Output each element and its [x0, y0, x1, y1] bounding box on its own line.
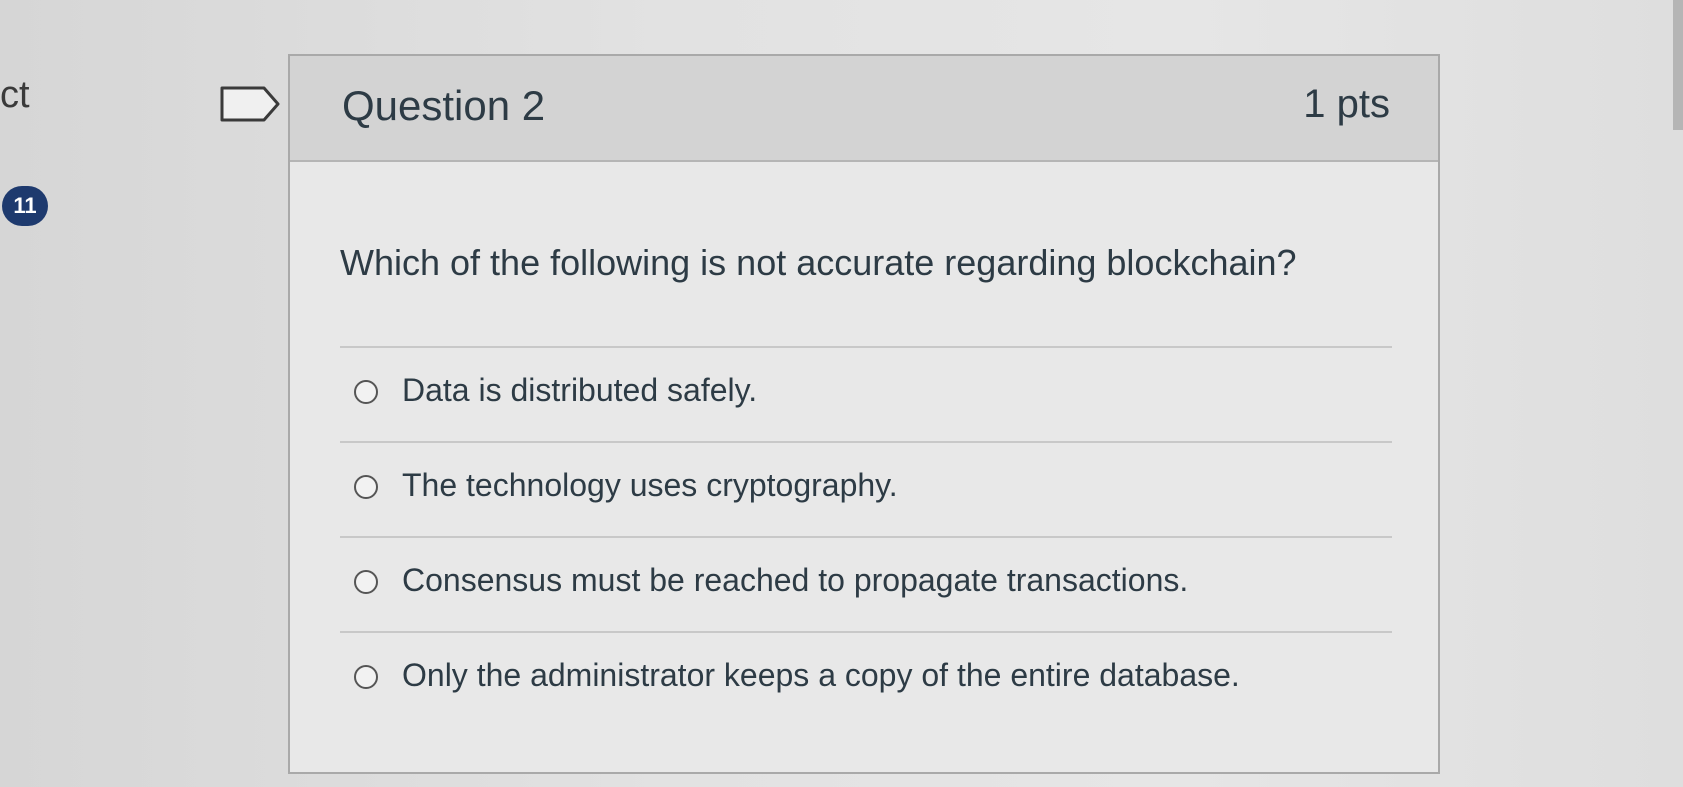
answer-option[interactable]: Data is distributed safely.: [340, 346, 1392, 441]
question-points: 1 pts: [1303, 82, 1390, 126]
radio-button[interactable]: [354, 380, 378, 404]
answer-option[interactable]: Consensus must be reached to propagate t…: [340, 536, 1392, 631]
question-card: Question 2 1 pts Which of the following …: [288, 54, 1440, 774]
flag-icon[interactable]: [220, 86, 280, 122]
answer-list: Data is distributed safely. The technolo…: [340, 346, 1392, 726]
radio-button[interactable]: [354, 570, 378, 594]
scrollbar[interactable]: [1673, 0, 1683, 130]
question-prompt: Which of the following is not accurate r…: [340, 242, 1297, 283]
answer-option[interactable]: The technology uses cryptography.: [340, 441, 1392, 536]
answer-label[interactable]: Consensus must be reached to propagate t…: [402, 562, 1188, 599]
radio-button[interactable]: [354, 475, 378, 499]
answer-label[interactable]: Data is distributed safely.: [402, 372, 757, 409]
notification-badge[interactable]: 11: [2, 186, 48, 226]
question-header: Question 2 1 pts: [290, 56, 1438, 162]
question-title: Question 2: [342, 82, 546, 129]
answer-label[interactable]: The technology uses cryptography.: [402, 467, 898, 504]
radio-button[interactable]: [354, 665, 378, 689]
answer-label[interactable]: Only the administrator keeps a copy of t…: [402, 657, 1240, 694]
sidebar-partial-text: ct: [0, 74, 30, 116]
answer-option[interactable]: Only the administrator keeps a copy of t…: [340, 631, 1392, 726]
